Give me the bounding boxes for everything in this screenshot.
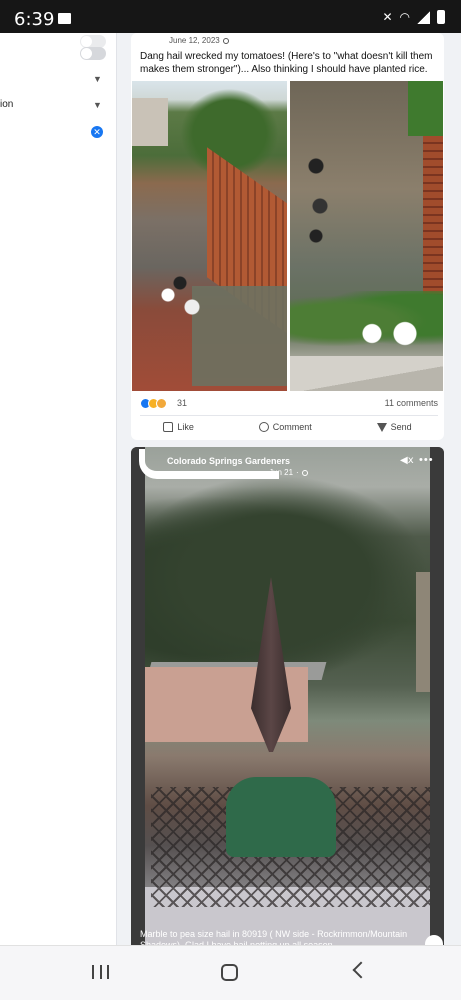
post-photos[interactable] xyxy=(132,81,443,391)
sad-reaction-icon xyxy=(156,398,167,409)
post-date-text[interactable]: June 12, 2023 xyxy=(169,36,220,45)
photo-yard-hail[interactable] xyxy=(132,81,287,391)
post-text: Dang hail wrecked my tomatoes! (Here's t… xyxy=(140,51,433,75)
video-player[interactable] xyxy=(131,447,444,945)
post-card: June 12, 2023 Dang hail wrecked my tomat… xyxy=(131,33,444,440)
more-options-icon[interactable]: ••• xyxy=(419,455,434,466)
comment-button[interactable]: Comment xyxy=(258,419,312,435)
wifi-icon: ◠ xyxy=(399,10,410,24)
divider xyxy=(140,415,438,416)
clock: 6:39 xyxy=(14,9,55,30)
send-icon xyxy=(376,422,387,432)
comment-icon xyxy=(258,422,269,432)
post-date-text[interactable]: Jun 21 xyxy=(269,468,293,477)
mute-icon: ✕ xyxy=(382,10,393,24)
image-icon xyxy=(58,13,71,24)
recents-icon[interactable] xyxy=(92,965,109,979)
like-label: Like xyxy=(177,422,194,432)
sidebar-item-label: ion xyxy=(0,99,14,110)
signal-icon xyxy=(417,10,430,24)
reaction-count[interactable]: 31 xyxy=(177,398,187,408)
like-button[interactable]: Like xyxy=(163,419,194,435)
photo-pots xyxy=(300,151,340,251)
toggle-switch[interactable] xyxy=(80,47,106,60)
avatar xyxy=(131,33,155,43)
comment-label: Comment xyxy=(272,422,312,432)
chevron-down-icon[interactable]: ▼ xyxy=(93,101,102,110)
globe-icon xyxy=(222,37,229,44)
comment-count[interactable]: 11 comments xyxy=(385,398,438,408)
photo-house xyxy=(132,98,168,146)
back-icon[interactable] xyxy=(352,961,370,979)
video-grill-cover xyxy=(226,777,336,857)
photo-white-pots xyxy=(360,321,420,346)
battery-icon xyxy=(437,10,445,24)
chevron-down-icon[interactable]: ▼ xyxy=(93,75,102,84)
separator-dot: · xyxy=(296,468,299,477)
news-feed: June 12, 2023 Dang hail wrecked my tomat… xyxy=(117,33,461,945)
status-bar: 6:39 ✕ ◠ xyxy=(0,0,461,33)
sidebar: ▼ ion ▼ ✕ xyxy=(0,33,117,945)
post-date[interactable]: June 12, 2023 xyxy=(169,36,229,45)
status-icons: ✕ ◠ xyxy=(382,10,445,24)
thumbs-up-icon xyxy=(163,422,174,432)
mute-video-icon[interactable]: ◀ⅹ xyxy=(400,456,414,466)
video-tree xyxy=(141,467,441,687)
photo-garden-overhead[interactable] xyxy=(290,81,443,391)
photo-foliage xyxy=(408,81,443,136)
video-post-card: Colorado Springs Gardeners Jun 21 · ◀ⅹ ••… xyxy=(131,447,444,945)
video-letterbox-right xyxy=(430,447,444,945)
globe-icon xyxy=(301,469,308,476)
clear-filter-icon[interactable]: ✕ xyxy=(91,126,103,138)
send-button[interactable]: Send xyxy=(376,419,412,435)
send-label: Send xyxy=(390,422,412,432)
android-nav-bar xyxy=(0,945,461,1000)
photo-tree xyxy=(172,81,287,176)
post-actions: Like Comment Send xyxy=(131,419,444,435)
photo-fence xyxy=(423,136,443,296)
video-letterbox-left xyxy=(131,447,145,945)
photo-roof xyxy=(290,356,443,391)
reactions-bar: 31 11 comments xyxy=(140,397,438,411)
home-icon[interactable] xyxy=(221,964,238,981)
video-caption: Marble to pea size hail in 80919 ( NW si… xyxy=(140,929,408,945)
reaction-icons[interactable] xyxy=(140,398,167,409)
post-date[interactable]: Jun 21 · xyxy=(269,468,308,477)
photo-pots xyxy=(150,271,210,331)
group-name[interactable]: Colorado Springs Gardeners xyxy=(167,456,290,466)
